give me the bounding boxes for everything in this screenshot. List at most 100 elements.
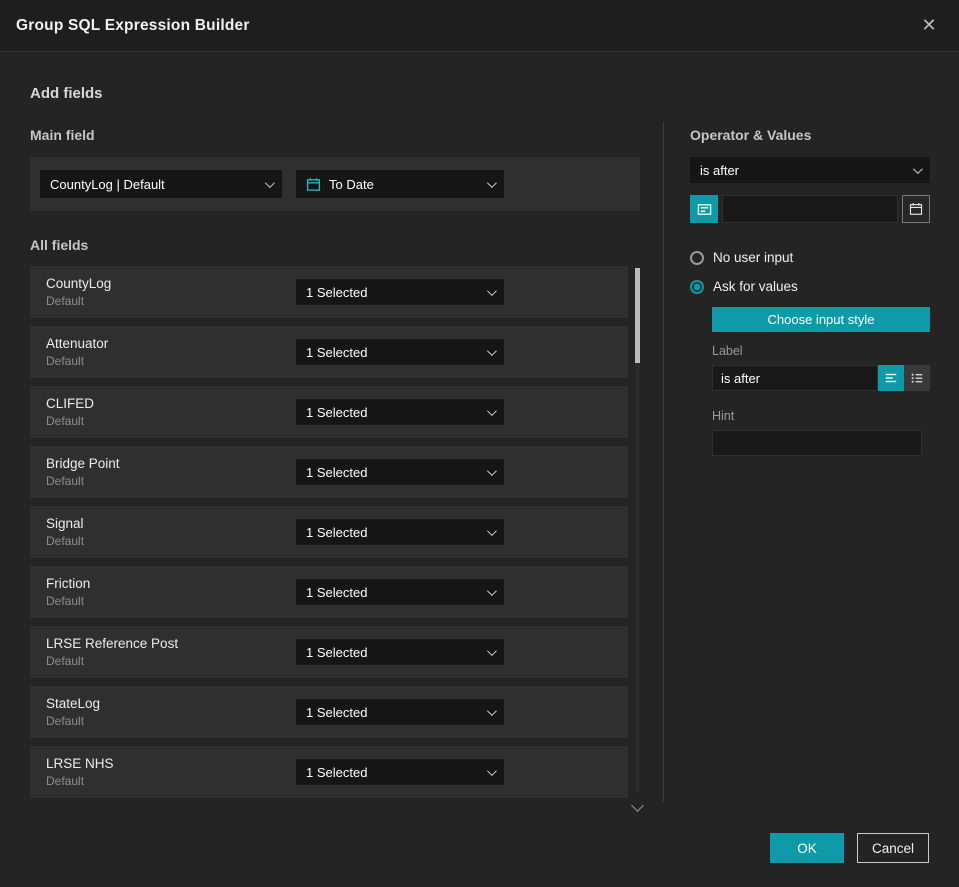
value-input[interactable] bbox=[722, 195, 898, 223]
input-mode-button[interactable] bbox=[690, 195, 718, 223]
field-selected-count: 1 Selected bbox=[306, 524, 368, 540]
field-name: LRSE Reference Post bbox=[46, 636, 179, 651]
main-field-label: Main field bbox=[30, 127, 95, 143]
field-row: Signal Default 1 Selected bbox=[30, 506, 628, 558]
field-name: Bridge Point bbox=[46, 456, 120, 471]
field-selected-dropdown[interactable]: 1 Selected bbox=[296, 399, 504, 425]
list-style-button[interactable] bbox=[904, 365, 930, 391]
field-default-label: Default bbox=[46, 594, 85, 608]
field-selected-dropdown[interactable]: 1 Selected bbox=[296, 279, 504, 305]
field-texts: StateLog Default bbox=[46, 696, 296, 728]
field-selected-dropdown[interactable]: 1 Selected bbox=[296, 639, 504, 665]
field-texts: Attenuator Default bbox=[46, 336, 296, 368]
field-row: LRSE Reference Post Default 1 Selected bbox=[30, 626, 628, 678]
field-default-label: Default bbox=[46, 654, 85, 668]
choose-input-style-button[interactable]: Choose input style bbox=[712, 307, 930, 332]
field-selected-count: 1 Selected bbox=[306, 464, 368, 480]
scrollbar-track[interactable] bbox=[635, 268, 640, 792]
main-field-panel: CountyLog | Default To Date bbox=[30, 157, 640, 211]
chevron-down-icon bbox=[486, 285, 497, 296]
date-type-dropdown-value: To Date bbox=[329, 176, 374, 192]
field-selected-count: 1 Selected bbox=[306, 764, 368, 780]
field-name: LRSE NHS bbox=[46, 756, 114, 771]
field-name: Friction bbox=[46, 576, 91, 591]
field-row: StateLog Default 1 Selected bbox=[30, 686, 628, 738]
all-fields-label: All fields bbox=[30, 237, 89, 253]
calendar-icon bbox=[306, 177, 321, 192]
field-name: CountyLog bbox=[46, 276, 112, 291]
field-selected-count: 1 Selected bbox=[306, 644, 368, 660]
close-icon[interactable]: ✕ bbox=[915, 12, 943, 40]
field-selected-count: 1 Selected bbox=[306, 704, 368, 720]
radio-ask-for-values[interactable]: Ask for values bbox=[690, 272, 930, 301]
single-line-style-button[interactable] bbox=[878, 365, 904, 391]
hint-field-label: Hint bbox=[712, 409, 735, 423]
field-selected-dropdown[interactable]: 1 Selected bbox=[296, 519, 504, 545]
chevron-down-icon bbox=[486, 645, 497, 656]
field-selected-dropdown[interactable]: 1 Selected bbox=[296, 759, 504, 785]
chevron-down-icon bbox=[486, 177, 497, 188]
field-selected-count: 1 Selected bbox=[306, 404, 368, 420]
scroll-down-icon[interactable] bbox=[631, 799, 644, 812]
group-sql-expression-builder-dialog: Group SQL Expression Builder ✕ Add field… bbox=[0, 0, 959, 887]
field-name: CLIFED bbox=[46, 396, 95, 411]
field-selected-dropdown[interactable]: 1 Selected bbox=[296, 339, 504, 365]
input-lines-icon bbox=[697, 203, 711, 215]
field-default-label: Default bbox=[46, 354, 85, 368]
chevron-down-icon bbox=[912, 163, 923, 174]
operator-dropdown[interactable]: is after bbox=[690, 157, 930, 183]
field-row: Bridge Point Default 1 Selected bbox=[30, 446, 628, 498]
dialog-title: Group SQL Expression Builder bbox=[16, 16, 250, 34]
field-selected-count: 1 Selected bbox=[306, 584, 368, 600]
radio-ask-for-values-label: Ask for values bbox=[713, 279, 798, 294]
field-texts: Signal Default bbox=[46, 516, 296, 548]
label-field-label: Label bbox=[712, 344, 743, 358]
field-row: LRSE NHS Default 1 Selected bbox=[30, 746, 628, 798]
field-row: Attenuator Default 1 Selected bbox=[30, 326, 628, 378]
label-input[interactable] bbox=[712, 365, 878, 391]
column-divider bbox=[663, 122, 664, 802]
field-default-label: Default bbox=[46, 534, 85, 548]
field-name: StateLog bbox=[46, 696, 101, 711]
date-type-dropdown[interactable]: To Date bbox=[296, 170, 504, 198]
chevron-down-icon bbox=[486, 405, 497, 416]
label-input-row bbox=[712, 365, 930, 391]
chevron-down-icon bbox=[486, 585, 497, 596]
dialog-footer: OK Cancel bbox=[770, 833, 929, 863]
field-selected-dropdown[interactable]: 1 Selected bbox=[296, 459, 504, 485]
chevron-down-icon bbox=[486, 525, 497, 536]
operator-values-column: Operator & Values is after No user input… bbox=[690, 127, 930, 456]
field-row: CountyLog Default 1 Selected bbox=[30, 266, 628, 318]
main-field-dropdown-value: CountyLog | Default bbox=[50, 176, 165, 192]
field-name: Attenuator bbox=[46, 336, 109, 351]
radio-no-user-input-label: No user input bbox=[713, 250, 794, 265]
operator-values-heading: Operator & Values bbox=[690, 127, 812, 143]
field-default-label: Default bbox=[46, 414, 85, 428]
dialog-header: Group SQL Expression Builder ✕ bbox=[0, 0, 959, 52]
chevron-down-icon bbox=[486, 465, 497, 476]
scrollbar-thumb[interactable] bbox=[635, 268, 640, 363]
field-selected-dropdown[interactable]: 1 Selected bbox=[296, 579, 504, 605]
field-selected-dropdown[interactable]: 1 Selected bbox=[296, 699, 504, 725]
user-input-radios: No user input Ask for values bbox=[690, 243, 930, 301]
add-fields-heading: Add fields bbox=[30, 85, 103, 102]
chevron-down-icon bbox=[486, 345, 497, 356]
field-texts: LRSE NHS Default bbox=[46, 756, 296, 788]
all-fields-list: CountyLog Default 1 Selected Attenuator … bbox=[30, 266, 644, 812]
field-row: CLIFED Default 1 Selected bbox=[30, 386, 628, 438]
calendar-picker-button[interactable] bbox=[902, 195, 930, 223]
chevron-down-icon bbox=[486, 705, 497, 716]
field-texts: Friction Default bbox=[46, 576, 296, 608]
radio-unchecked-icon bbox=[690, 250, 704, 265]
field-selected-count: 1 Selected bbox=[306, 344, 368, 360]
radio-no-user-input[interactable]: No user input bbox=[690, 243, 930, 272]
radio-checked-icon bbox=[690, 279, 704, 294]
ok-button[interactable]: OK bbox=[770, 833, 844, 863]
cancel-button[interactable]: Cancel bbox=[857, 833, 929, 863]
hint-input[interactable] bbox=[712, 430, 922, 456]
main-field-dropdown[interactable]: CountyLog | Default bbox=[40, 170, 282, 198]
field-texts: CLIFED Default bbox=[46, 396, 296, 428]
field-texts: CountyLog Default bbox=[46, 276, 296, 308]
field-texts: LRSE Reference Post Default bbox=[46, 636, 296, 668]
field-default-label: Default bbox=[46, 774, 85, 788]
